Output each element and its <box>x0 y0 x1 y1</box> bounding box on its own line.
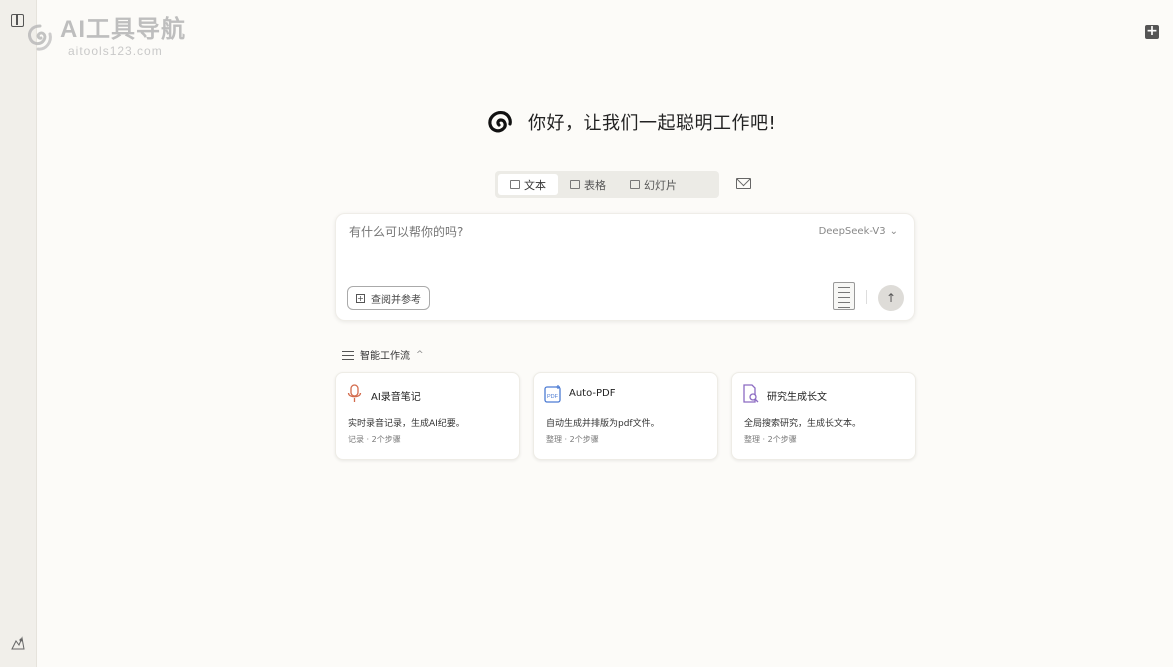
card-meta: 整理 · 2个步骤 <box>744 435 797 444</box>
workflow-card-recording[interactable]: AI录音笔记 实时录音记录，生成AI纪要。 记录 · 2个步骤 <box>335 372 520 460</box>
divider <box>866 290 867 304</box>
card-desc: 全局搜索研究，生成长文本。 <box>744 419 862 429</box>
greeting-text: 你好，让我们一起聪明工作吧! <box>528 113 777 134</box>
watermark-subtitle: aitools123.com <box>68 44 163 58</box>
chevron-up-icon: ^ <box>416 349 424 360</box>
tab-text[interactable]: 文本 <box>498 174 558 195</box>
card-title: AI录音笔记 <box>371 392 421 403</box>
reference-label: 查阅并参考 <box>371 294 421 306</box>
mail-icon[interactable] <box>736 178 751 189</box>
research-doc-icon <box>743 384 759 403</box>
add-reference-icon: + <box>356 293 365 303</box>
arrow-up-icon: ↑ <box>885 291 897 305</box>
model-select[interactable]: DeepSeek-V3 ⌄ <box>819 226 898 237</box>
avatar[interactable] <box>10 635 26 651</box>
sidebar-toggle-icon[interactable] <box>11 14 24 27</box>
tab-label: 表格 <box>584 178 606 192</box>
workflow-header[interactable]: 智能工作流 ^ <box>342 347 424 362</box>
greeting: 你好，让我们一起聪明工作吧! <box>486 108 776 136</box>
watermark-logo: AI工具导航 aitools123.com <box>24 18 186 57</box>
app-logo-icon <box>488 111 512 133</box>
card-desc: 实时录音记录，生成AI纪要。 <box>348 419 465 429</box>
slides-icon <box>630 180 640 189</box>
reference-button[interactable]: + 查阅并参考 <box>347 286 430 310</box>
card-meta: 整理 · 2个步骤 <box>546 435 599 444</box>
prompt-input[interactable] <box>347 224 771 240</box>
microphone-icon <box>347 384 362 402</box>
watermark-title: AI工具导航 <box>60 16 186 43</box>
card-meta: 记录 · 2个步骤 <box>348 435 401 444</box>
input-card: DeepSeek-V3 ⌄ + 查阅并参考 ↑ <box>335 213 915 321</box>
card-desc: 自动生成并排版为pdf文件。 <box>546 419 660 429</box>
workflow-title: 智能工作流 <box>360 351 410 362</box>
send-button[interactable]: ↑ <box>878 285 904 311</box>
text-doc-icon <box>510 180 520 189</box>
card-title: Auto-PDF <box>569 388 616 399</box>
svg-text:PDF: PDF <box>547 394 559 400</box>
tab-label: 幻灯片 <box>644 178 677 192</box>
card-title: 研究生成长文 <box>767 392 827 403</box>
chevron-down-icon: ⌄ <box>889 226 898 237</box>
watermark-swirl-icon <box>28 24 52 51</box>
mode-tabs: 文本 表格 幻灯片 <box>495 171 719 198</box>
new-chat-plus-icon[interactable]: + <box>1145 24 1159 39</box>
tab-table[interactable]: 表格 <box>558 174 618 195</box>
tab-label: 文本 <box>524 178 546 192</box>
sidebar <box>0 0 37 667</box>
workflow-card-auto-pdf[interactable]: PDF Auto-PDF 自动生成并排版为pdf文件。 整理 · 2个步骤 <box>533 372 718 460</box>
list-icon <box>342 350 354 360</box>
tab-slides[interactable]: 幻灯片 <box>618 174 689 195</box>
document-attach-icon[interactable] <box>833 282 855 310</box>
pdf-icon: PDF <box>544 385 561 403</box>
table-icon <box>570 180 580 189</box>
model-label: DeepSeek-V3 <box>818 226 886 237</box>
workflow-card-research[interactable]: 研究生成长文 全局搜索研究，生成长文本。 整理 · 2个步骤 <box>731 372 916 460</box>
